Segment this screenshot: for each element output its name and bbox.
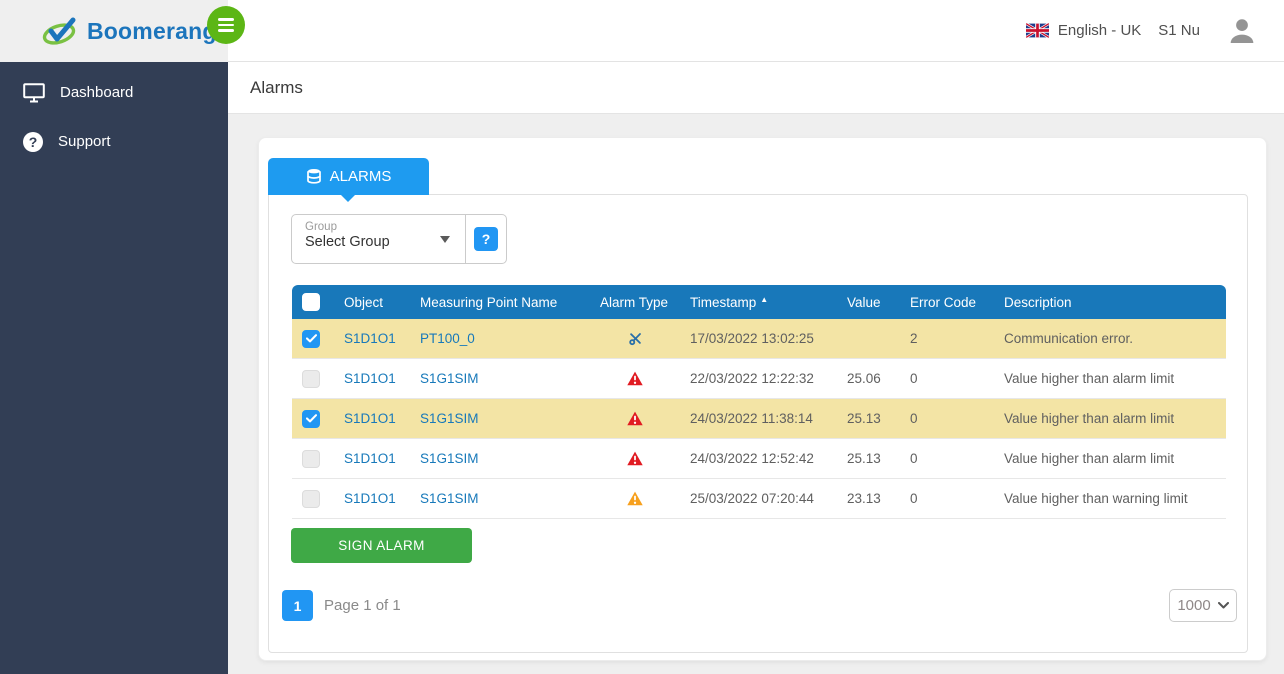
sidebar-item-support[interactable]: ? Support <box>0 117 228 166</box>
column-header-value[interactable]: Value <box>837 295 900 310</box>
measuring-point-link[interactable]: PT100_0 <box>420 331 475 346</box>
alarms-table: Object Measuring Point Name Alarm Type T… <box>292 285 1226 519</box>
row-checkbox[interactable] <box>302 410 320 428</box>
column-header-object[interactable]: Object <box>334 295 410 310</box>
measuring-point-link[interactable]: S1G1SIM <box>420 371 479 386</box>
alarm-triangle-icon <box>627 411 643 426</box>
sidebar-item-label: Support <box>58 133 111 150</box>
sidebar-item-label: Dashboard <box>60 84 133 101</box>
main-content: Alarms ALARMS Group Select Group ? <box>228 62 1284 674</box>
alarms-panel: Group Select Group ? Object Measuring Po… <box>268 194 1248 653</box>
table-row: S1D1O1 PT100_0 17/03/2022 13:02:25 2 Com… <box>292 319 1226 359</box>
monitor-icon <box>23 83 45 103</box>
table-body: S1D1O1 PT100_0 17/03/2022 13:02:25 2 Com… <box>292 319 1226 519</box>
timestamp-cell: 24/03/2022 12:52:42 <box>680 451 837 466</box>
alarm-triangle-icon <box>627 451 643 466</box>
measuring-point-link[interactable]: S1G1SIM <box>420 411 479 426</box>
column-header-timestamp[interactable]: Timestamp▲ <box>680 295 837 310</box>
broken-link-icon <box>628 331 643 346</box>
chevron-down-icon <box>1218 602 1229 609</box>
pagination: 1 Page 1 of 1 <box>282 590 401 621</box>
description-cell: Value higher than warning limit <box>994 491 1226 506</box>
sidebar: Dashboard ? Support <box>0 62 228 674</box>
measuring-point-link[interactable]: S1G1SIM <box>420 451 479 466</box>
row-checkbox[interactable] <box>302 330 320 348</box>
logo: Boomerang <box>0 0 228 62</box>
table-row: S1D1O1 S1G1SIM 22/03/2022 12:22:32 25.06… <box>292 359 1226 399</box>
description-cell: Value higher than alarm limit <box>994 411 1226 426</box>
alarm-triangle-icon <box>627 371 643 386</box>
timestamp-cell: 22/03/2022 12:22:32 <box>680 371 837 386</box>
brand-name: Boomerang <box>87 18 217 45</box>
sign-alarm-button[interactable]: SIGN ALARM <box>291 528 472 563</box>
page-number-button[interactable]: 1 <box>282 590 313 621</box>
error-code-cell: 0 <box>900 371 994 386</box>
timestamp-cell: 25/03/2022 07:20:44 <box>680 491 837 506</box>
help-button[interactable]: ? <box>474 227 498 251</box>
row-checkbox[interactable] <box>302 370 320 388</box>
column-header-description[interactable]: Description <box>994 295 1226 310</box>
sidebar-item-dashboard[interactable]: Dashboard <box>0 68 228 117</box>
database-icon <box>306 168 322 185</box>
column-header-error-code[interactable]: Error Code <box>900 295 994 310</box>
object-link[interactable]: S1D1O1 <box>344 451 396 466</box>
caret-down-icon <box>440 236 450 243</box>
boomerang-logo-icon <box>42 15 78 47</box>
help-cell: ? <box>465 215 506 263</box>
group-filter: Group Select Group ? <box>291 214 507 264</box>
error-code-cell: 0 <box>900 411 994 426</box>
table-row: S1D1O1 S1G1SIM 24/03/2022 11:38:14 25.13… <box>292 399 1226 439</box>
topbar: English - UK S1 Nu <box>228 0 1284 62</box>
row-checkbox[interactable] <box>302 490 320 508</box>
error-code-cell: 0 <box>900 451 994 466</box>
description-cell: Communication error. <box>994 331 1226 346</box>
title-bar: Alarms <box>228 62 1284 114</box>
alarms-card: ALARMS Group Select Group ? Ob <box>258 137 1267 661</box>
column-header-measuring-point-name[interactable]: Measuring Point Name <box>410 295 590 310</box>
timestamp-cell: 17/03/2022 13:02:25 <box>680 331 837 346</box>
page-count-label: Page 1 of 1 <box>324 597 401 614</box>
hamburger-icon <box>218 18 234 21</box>
table-row: S1D1O1 S1G1SIM 24/03/2022 12:52:42 25.13… <box>292 439 1226 479</box>
object-link[interactable]: S1D1O1 <box>344 411 396 426</box>
description-cell: Value higher than alarm limit <box>994 451 1226 466</box>
tab-label: ALARMS <box>330 168 392 185</box>
timestamp-cell: 24/03/2022 11:38:14 <box>680 411 837 426</box>
page-title: Alarms <box>250 78 303 98</box>
description-cell: Value higher than alarm limit <box>994 371 1226 386</box>
object-link[interactable]: S1D1O1 <box>344 371 396 386</box>
hamburger-menu-button[interactable] <box>207 6 245 44</box>
measuring-point-link[interactable]: S1G1SIM <box>420 491 479 506</box>
value-cell: 25.13 <box>837 451 900 466</box>
group-select[interactable]: Group Select Group <box>292 215 465 263</box>
uk-flag-icon <box>1026 23 1049 38</box>
warning-triangle-icon <box>627 491 643 506</box>
value-cell: 25.13 <box>837 411 900 426</box>
tab-alarms[interactable]: ALARMS <box>268 158 429 195</box>
page-size-select[interactable]: 1000 <box>1169 589 1237 622</box>
value-cell: 23.13 <box>837 491 900 506</box>
language-selector[interactable]: English - UK <box>1026 22 1141 39</box>
table-header: Object Measuring Point Name Alarm Type T… <box>292 285 1226 319</box>
object-link[interactable]: S1D1O1 <box>344 491 396 506</box>
language-label: English - UK <box>1058 22 1141 39</box>
object-link[interactable]: S1D1O1 <box>344 331 396 346</box>
select-all-checkbox[interactable] <box>302 293 320 311</box>
error-code-cell: 0 <box>900 491 994 506</box>
error-code-cell: 2 <box>900 331 994 346</box>
value-cell: 25.06 <box>837 371 900 386</box>
username-label: S1 Nu <box>1158 22 1200 39</box>
question-circle-icon: ? <box>23 132 43 152</box>
column-header-alarm-type[interactable]: Alarm Type <box>590 295 680 310</box>
row-checkbox[interactable] <box>302 450 320 468</box>
caret-up-icon: ▲ <box>760 295 768 304</box>
group-select-label: Group <box>305 221 465 233</box>
user-avatar-icon[interactable] <box>1226 15 1258 47</box>
tab-caret-icon <box>341 195 355 202</box>
table-row: S1D1O1 S1G1SIM 25/03/2022 07:20:44 23.13… <box>292 479 1226 519</box>
